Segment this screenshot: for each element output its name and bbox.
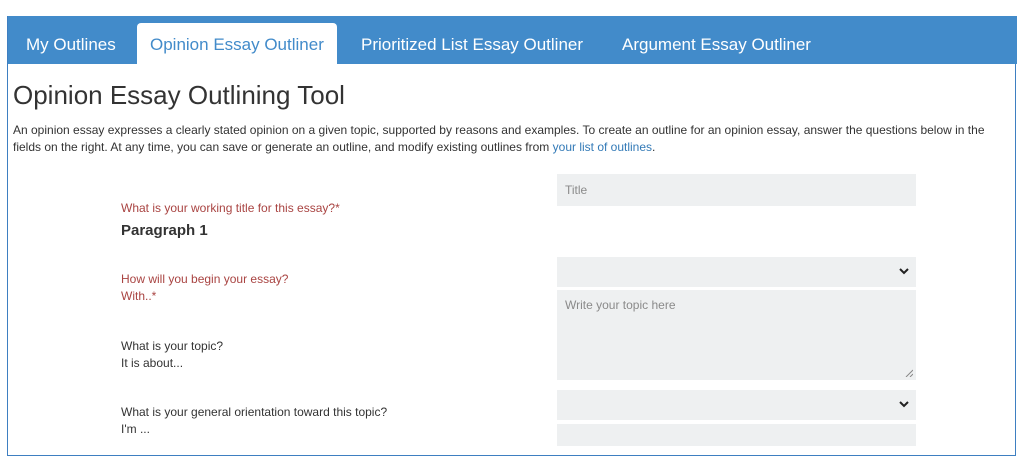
title-question-label: What is your working title for this essa… — [121, 201, 340, 215]
title-input[interactable] — [557, 174, 916, 206]
orientation-select[interactable] — [557, 390, 916, 420]
chevron-down-icon — [899, 268, 909, 275]
begin-select[interactable] — [557, 257, 916, 287]
topic-question-line2: It is about... — [121, 356, 184, 370]
next-field-partial[interactable] — [557, 424, 916, 446]
orientation-question-line2: I'm ... — [121, 422, 150, 436]
begin-question-line1: How will you begin your essay? — [121, 272, 289, 286]
tab-argument-essay-outliner[interactable]: Argument Essay Outliner — [622, 16, 811, 64]
tab-bar: My Outlines Opinion Essay Outliner Prior… — [8, 16, 1017, 64]
tab-opinion-essay-outliner[interactable]: Opinion Essay Outliner — [137, 23, 337, 64]
begin-question-label: How will you begin your essay? With..* — [121, 271, 288, 305]
tab-prioritized-list-essay-outliner[interactable]: Prioritized List Essay Outliner — [361, 16, 583, 64]
topic-textarea-wrap — [557, 290, 916, 380]
resize-grip-icon[interactable] — [905, 369, 913, 377]
orientation-question-line1: What is your general orientation toward … — [121, 405, 388, 419]
chevron-down-icon — [899, 401, 909, 408]
topic-question-label: What is your topic? It is about... — [121, 338, 223, 372]
orientation-question-label: What is your general orientation toward … — [121, 404, 387, 438]
outlines-list-link[interactable]: your list of outlines — [553, 140, 652, 154]
topic-textarea[interactable] — [557, 290, 916, 380]
tab-my-outlines[interactable]: My Outlines — [26, 16, 116, 64]
intro-text: An opinion essay expresses a clearly sta… — [13, 123, 985, 154]
paragraph-heading: Paragraph 1 — [121, 222, 208, 239]
begin-question-line2: With..* — [121, 289, 157, 303]
intro-end: . — [652, 140, 656, 154]
topic-question-line1: What is your topic? — [121, 339, 224, 353]
page-title: Opinion Essay Outlining Tool — [13, 80, 345, 110]
intro-paragraph: An opinion essay expresses a clearly sta… — [13, 122, 998, 156]
